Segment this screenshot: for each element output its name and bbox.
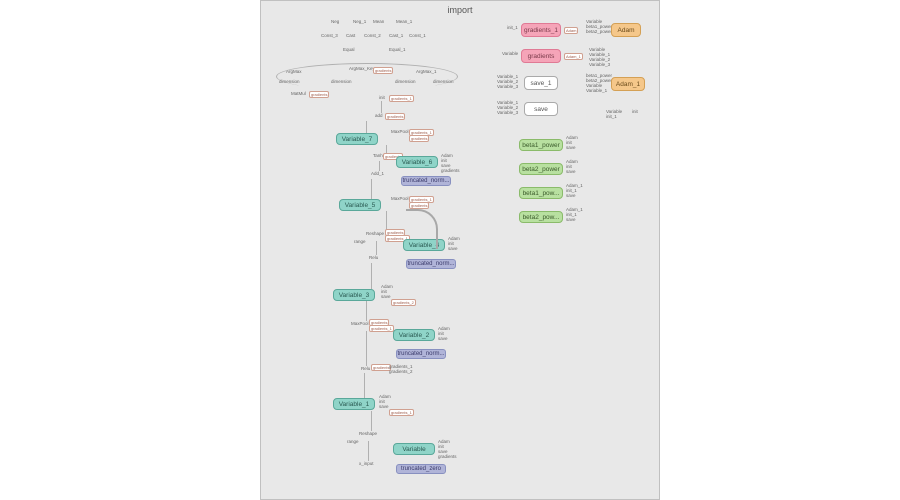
lbl-g1-in: init_1: [507, 25, 518, 30]
node-trunc-norm-mid[interactable]: truncated_norm...: [406, 259, 456, 269]
edge: [366, 301, 367, 321]
lbl-v6-grad: gradients: [441, 168, 460, 173]
op-equal[interactable]: Equal: [343, 47, 355, 52]
node-save[interactable]: save: [524, 102, 558, 116]
lbl-v3-save: save: [381, 294, 391, 299]
lbl-grad-r2c: gradients_2: [389, 369, 413, 374]
graph-canvas[interactable]: import Neg Neg_1 Mean Mean_1 Const_3 Cas…: [260, 0, 660, 500]
tag-grad-add: gradients: [385, 113, 405, 120]
edge: [376, 241, 377, 255]
lbl-init-node: init: [632, 109, 638, 114]
op-reshape-1[interactable]: Reshape: [366, 231, 384, 236]
edge: [386, 145, 387, 153]
lbl-g-out-v3: Variable_3: [589, 62, 610, 67]
op-maxpool-3[interactable]: MaxPool: [351, 321, 369, 326]
node-variable-6[interactable]: Variable_6: [396, 156, 438, 168]
edge: [368, 441, 369, 461]
node-beta1-power[interactable]: beta1_power: [519, 139, 563, 151]
node-variable-2[interactable]: Variable_2: [393, 329, 435, 341]
tag-grad-init: gradients_1: [389, 95, 414, 102]
edge-arc-top: [276, 63, 458, 90]
op-add[interactable]: add: [375, 113, 383, 118]
op-const-1[interactable]: Const_1: [409, 33, 426, 38]
lbl-dim-1: dimension: [279, 79, 300, 84]
tag-adam-g1: Adam: [564, 27, 578, 34]
tag-grad-v3: gradients_2: [391, 299, 416, 306]
tag-grad-mp3b: gradients_1: [369, 325, 394, 332]
edge-thick-curve: [406, 209, 438, 249]
lbl-init-out2: init_1: [606, 114, 617, 119]
tag-grad-mp1b: gradients: [409, 135, 429, 142]
op-relu-2[interactable]: Relu: [361, 366, 370, 371]
lbl-adam1-v1: Variable_1: [586, 88, 607, 93]
op-cast-1[interactable]: Cast_1: [389, 33, 403, 38]
op-cast[interactable]: Cast: [346, 33, 355, 38]
op-add-1[interactable]: Add_1: [371, 171, 384, 176]
node-adam[interactable]: Adam: [611, 23, 641, 37]
edge: [371, 411, 372, 431]
op-neg-1[interactable]: Neg_1: [353, 19, 366, 24]
edge: [364, 373, 365, 398]
node-gradients-1[interactable]: gradients_1: [521, 23, 561, 37]
op-x-input[interactable]: x_input: [359, 461, 374, 466]
lbl-save1-v3: Variable_3: [497, 84, 518, 89]
node-variable[interactable]: Variable: [393, 443, 435, 455]
op-mean-1[interactable]: Mean_1: [396, 19, 412, 24]
node-variable-1[interactable]: Variable_1: [333, 398, 375, 410]
node-adam-1[interactable]: Adam_1: [611, 77, 645, 91]
op-maxpool-1[interactable]: MaxPool: [391, 129, 409, 134]
lbl-b1-save: save: [566, 145, 576, 150]
edge: [366, 331, 367, 366]
lbl-v0-grad: gradients: [438, 454, 457, 459]
lbl-b2-save: save: [566, 169, 576, 174]
edge: [381, 101, 382, 113]
tag-grad-mp2b: gradients: [409, 202, 429, 209]
op-matmul[interactable]: MatMul: [291, 91, 306, 96]
op-maxpool-2[interactable]: MaxPool: [391, 196, 409, 201]
lbl-dim-3: dimension: [395, 79, 416, 84]
op-neg[interactable]: Neg: [331, 19, 339, 24]
op-reshape-2[interactable]: Reshape: [359, 431, 377, 436]
op-equal-1[interactable]: Equal_1: [389, 47, 406, 52]
graph-title: import: [447, 5, 472, 15]
node-trunc-zero[interactable]: truncated_zero: [396, 464, 446, 474]
node-save-1[interactable]: save_1: [524, 76, 558, 90]
edge: [366, 121, 367, 133]
node-gradients[interactable]: gradients: [521, 49, 561, 63]
edge: [379, 161, 380, 171]
op-const-3[interactable]: Const_3: [321, 33, 338, 38]
op-init[interactable]: init: [379, 95, 385, 100]
op-const-2[interactable]: Const_2: [364, 33, 381, 38]
op-relu-1[interactable]: Relu: [369, 255, 378, 260]
node-beta1-pow2[interactable]: beta1_pow...: [519, 187, 563, 199]
op-tanh[interactable]: Tanh: [373, 153, 383, 158]
edge: [386, 211, 387, 231]
node-variable-3[interactable]: Variable_3: [333, 289, 375, 301]
lbl-v4-save: save: [448, 246, 458, 251]
tag-grad-arc: gradients: [373, 67, 393, 74]
tag-adam-g2: Adam_1: [564, 53, 583, 60]
lbl-range-2: range: [347, 439, 359, 444]
lbl-dim-2: dimension: [331, 79, 352, 84]
lbl-b1b-save: save: [566, 193, 576, 198]
lbl-range-1: range: [354, 239, 366, 244]
lbl-save-v3: Variable_3: [497, 110, 518, 115]
node-variable-5[interactable]: Variable_5: [339, 199, 381, 211]
lbl-v2-save: save: [438, 336, 448, 341]
lbl-dim-4: dimension: [433, 79, 454, 84]
lbl-adam-b2: beta2_power: [586, 29, 612, 34]
tag-grad-mm: gradients: [309, 91, 329, 98]
op-mean[interactable]: Mean: [373, 19, 384, 24]
node-trunc-norm-2[interactable]: truncated_norm...: [396, 349, 446, 359]
edge: [371, 263, 372, 289]
node-trunc-norm-1[interactable]: truncated_norm...: [401, 176, 451, 186]
lbl-grad-in: Variable: [502, 51, 518, 56]
lbl-v1-save: save: [379, 404, 389, 409]
node-variable-7[interactable]: Variable_7: [336, 133, 378, 145]
tag-grad-v1: gradients_1: [389, 409, 414, 416]
node-beta2-pow2[interactable]: beta2_pow...: [519, 211, 563, 223]
edge: [371, 179, 372, 199]
node-beta2-power[interactable]: beta2_power: [519, 163, 563, 175]
lbl-b2b-save: save: [566, 217, 576, 222]
